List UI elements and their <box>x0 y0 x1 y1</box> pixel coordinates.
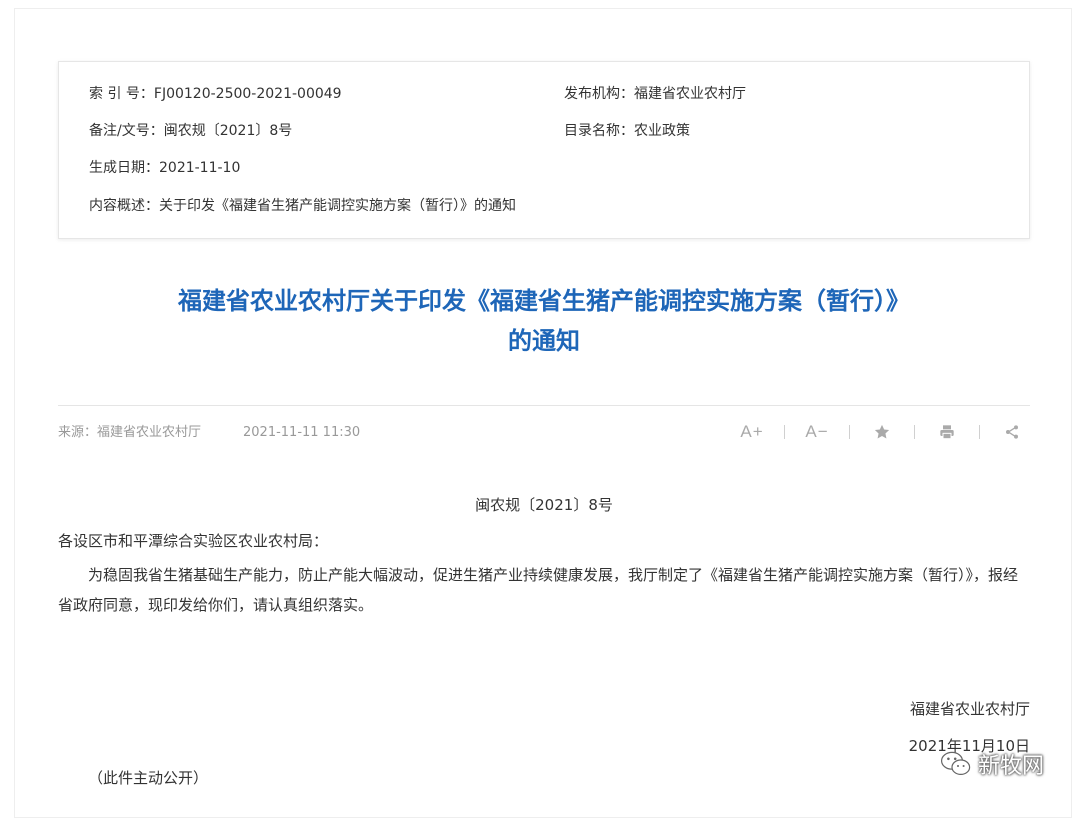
date-label: 生成日期： <box>89 160 159 176</box>
publish-time: 2021-11-11 11:30 <box>243 425 361 440</box>
signature: 福建省农业农村厅 <box>909 700 1030 718</box>
index-number-label: 索 引 号： <box>89 86 154 102</box>
watermark-text: 新牧网 <box>977 754 1044 779</box>
toolbar-separator <box>784 425 785 439</box>
summary-row: 内容概述：关于印发《福建省生猪产能调控实施方案（暂行）》的通知 <box>89 196 516 216</box>
doc-number-heading: 闽农规〔2021〕8号 <box>475 496 613 514</box>
publisher-value: 福建省农业农村厅 <box>634 86 746 102</box>
font-decrease-icon: A− <box>805 422 829 441</box>
catalog-label: 目录名称： <box>564 123 634 139</box>
toolbar-separator <box>914 425 915 439</box>
doc-number-value: 闽农规〔2021〕8号 <box>163 123 293 139</box>
disclosure-note: （此件主动公开） <box>88 769 209 787</box>
watermark: 新牧网 <box>940 748 1044 780</box>
title-divider <box>58 405 1030 406</box>
share-button[interactable] <box>994 418 1030 446</box>
print-icon <box>940 425 954 440</box>
catalog-row: 目录名称：农业政策 <box>564 121 690 141</box>
article-title-line1: 福建省农业农村厅关于印发《福建省生猪产能调控实施方案（暂行）》 <box>178 287 910 315</box>
metadata-panel: 索 引 号：FJ00120-2500-2021-00049 发布机构：福建省农业… <box>58 61 1030 239</box>
date-row: 生成日期：2021-11-10 <box>89 158 240 178</box>
date-value: 2021-11-10 <box>159 160 241 176</box>
summary-label: 内容概述： <box>89 198 159 214</box>
doc-number-row: 备注/文号：闽农规〔2021〕8号 <box>89 121 292 141</box>
font-increase-icon: A+ <box>740 422 764 441</box>
font-decrease-button[interactable]: A− <box>799 418 835 446</box>
salutation: 各设区市和平潭综合实验区农业农村局： <box>58 532 329 550</box>
toolbar-separator <box>849 425 850 439</box>
index-number-row: 索 引 号：FJ00120-2500-2021-00049 <box>89 84 342 104</box>
favorite-button[interactable] <box>864 418 900 446</box>
article-toolbar: A+ A− <box>734 418 1030 446</box>
print-button[interactable] <box>929 418 965 446</box>
index-number-value: FJ00120-2500-2021-00049 <box>153 86 342 102</box>
main-paragraph: 为稳固我省生猪基础生产能力，防止产能大幅波动，促进生猪产业持续健康发展，我厅制定… <box>58 566 1019 614</box>
source-label: 来源： <box>58 425 98 440</box>
doc-number-label: 备注/文号： <box>89 123 164 139</box>
source-info: 来源：福建省农业农村厅 <box>58 423 201 443</box>
font-increase-button[interactable]: A+ <box>734 418 770 446</box>
publisher-row: 发布机构：福建省农业农村厅 <box>564 84 746 104</box>
toolbar-separator <box>979 425 980 439</box>
catalog-value: 农业政策 <box>634 123 690 139</box>
article-title-line2: 的通知 <box>508 327 580 355</box>
wechat-icon <box>940 751 971 775</box>
star-icon <box>874 424 890 439</box>
summary-value: 关于印发《福建省生猪产能调控实施方案（暂行）》的通知 <box>159 198 516 214</box>
publisher-label: 发布机构： <box>564 86 634 102</box>
share-icon <box>1006 425 1018 439</box>
source-value: 福建省农业农村厅 <box>97 425 202 440</box>
